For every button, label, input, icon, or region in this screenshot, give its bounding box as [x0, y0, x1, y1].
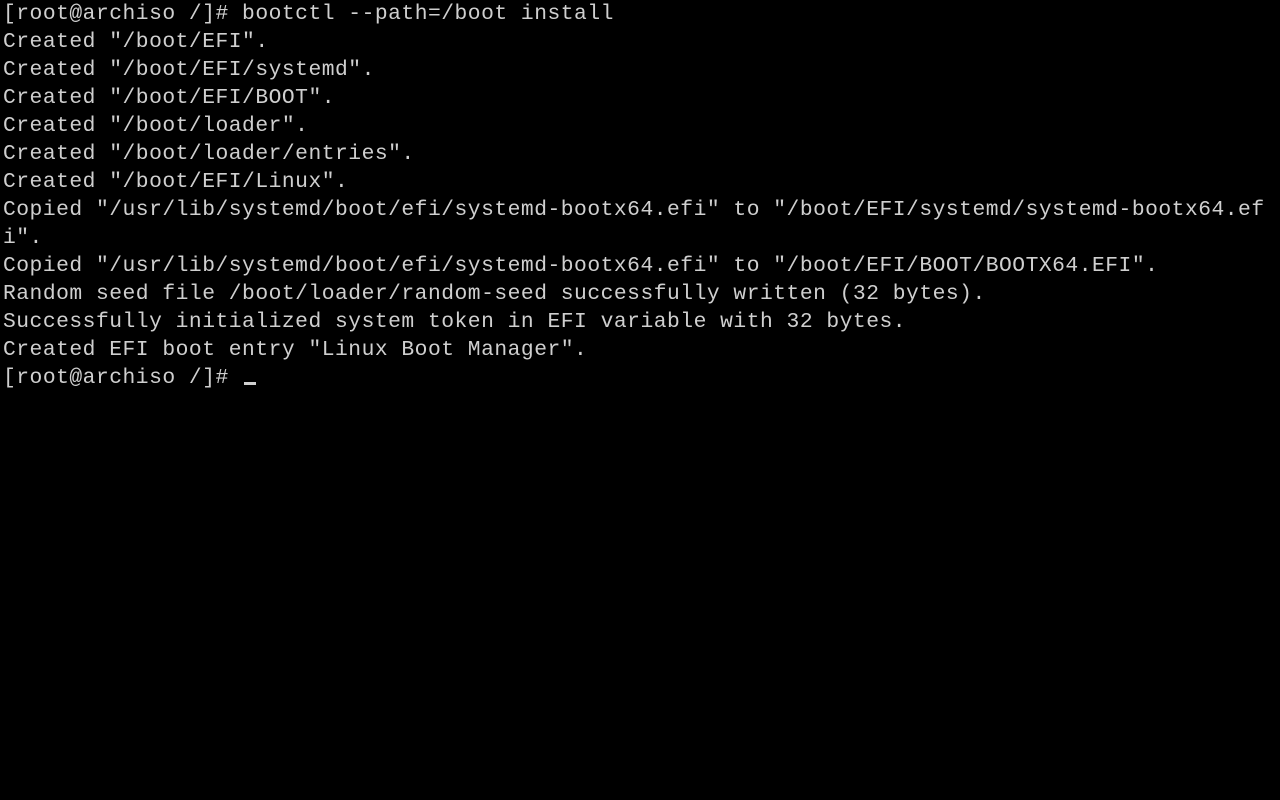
output-line: Created "/boot/EFI".	[3, 28, 1277, 56]
shell-command: bootctl --path=/boot install	[242, 2, 614, 26]
output-line: Copied "/usr/lib/systemd/boot/efi/system…	[3, 252, 1277, 280]
output-line: Copied "/usr/lib/systemd/boot/efi/system…	[3, 196, 1277, 252]
terminal[interactable]: [root@archiso /]# bootctl --path=/boot i…	[0, 0, 1280, 800]
output-line: Created "/boot/EFI/BOOT".	[3, 84, 1277, 112]
output-line: Created "/boot/EFI/systemd".	[3, 56, 1277, 84]
output-line: Created "/boot/loader".	[3, 112, 1277, 140]
output-line: Successfully initialized system token in…	[3, 308, 1277, 336]
cursor-icon	[244, 382, 256, 385]
output-line: Created "/boot/EFI/Linux".	[3, 168, 1277, 196]
output-line: Created "/boot/loader/entries".	[3, 140, 1277, 168]
shell-prompt: [root@archiso /]#	[3, 366, 242, 390]
output-line: Created EFI boot entry "Linux Boot Manag…	[3, 336, 1277, 364]
shell-prompt: [root@archiso /]#	[3, 2, 242, 26]
output-line: Random seed file /boot/loader/random-see…	[3, 280, 1277, 308]
